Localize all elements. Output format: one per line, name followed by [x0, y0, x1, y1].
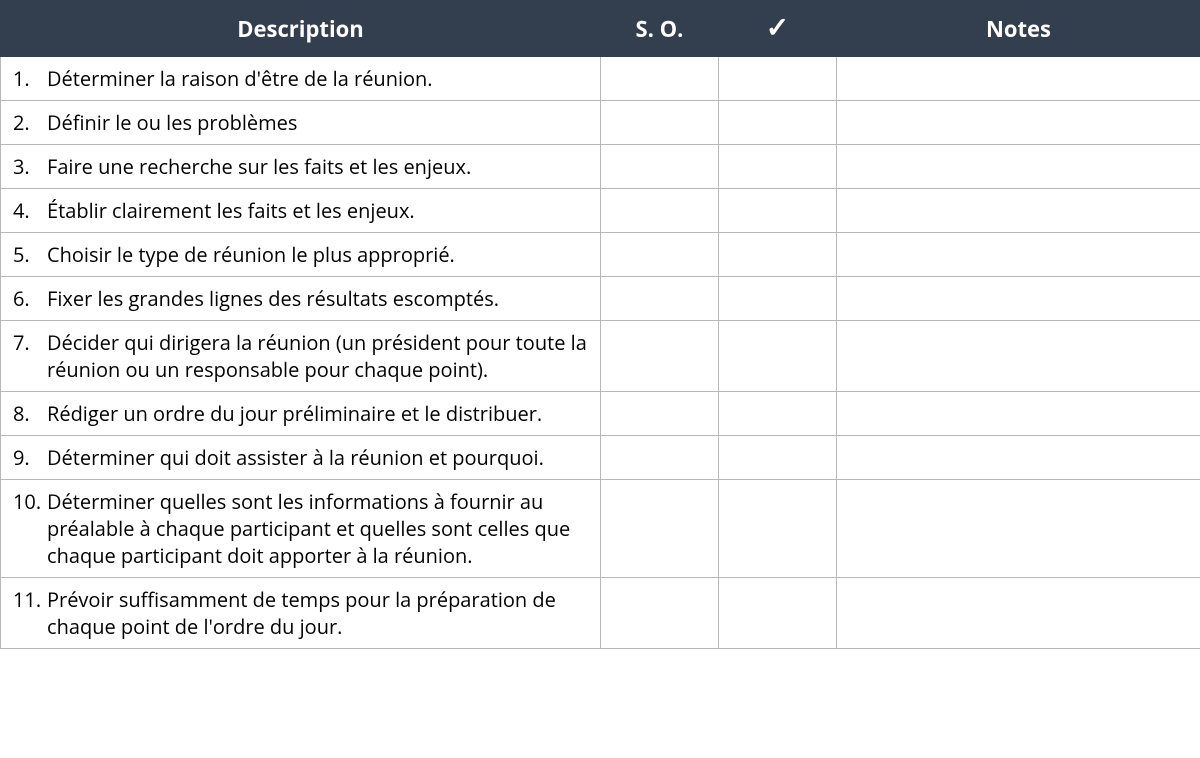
check-icon: ✓	[766, 8, 789, 46]
cell-notes[interactable]	[837, 145, 1200, 189]
row-description-text: Rédiger un ordre du jour préliminaire et…	[47, 400, 590, 427]
cell-so[interactable]	[601, 321, 719, 392]
header-check: ✓	[719, 1, 837, 57]
cell-description: 1.Déterminer la raison d'être de la réun…	[1, 57, 601, 101]
cell-notes[interactable]	[837, 436, 1200, 480]
cell-so[interactable]	[601, 233, 719, 277]
header-description: Description	[1, 1, 601, 57]
table-row: 8.Rédiger un ordre du jour préliminaire …	[1, 392, 1200, 436]
cell-so[interactable]	[601, 480, 719, 578]
row-number: 1.	[13, 65, 47, 92]
cell-notes[interactable]	[837, 189, 1200, 233]
row-description-text: Fixer les grandes lignes des résultats e…	[47, 285, 590, 312]
header-notes: Notes	[837, 1, 1200, 57]
cell-description: 9.Déterminer qui doit assister à la réun…	[1, 436, 601, 480]
cell-so[interactable]	[601, 436, 719, 480]
cell-description: 3.Faire une recherche sur les faits et l…	[1, 145, 601, 189]
row-number: 6.	[13, 285, 47, 312]
checklist-table-container: Description S. O. ✓ Notes 1.Déterminer l…	[0, 0, 1200, 649]
table-row: 2.Définir le ou les problèmes	[1, 101, 1200, 145]
cell-so[interactable]	[601, 392, 719, 436]
cell-notes[interactable]	[837, 392, 1200, 436]
cell-check[interactable]	[719, 189, 837, 233]
cell-notes[interactable]	[837, 321, 1200, 392]
table-row: 7.Décider qui dirigera la réunion (un pr…	[1, 321, 1200, 392]
table-row: 10.Déterminer quelles sont les informati…	[1, 480, 1200, 578]
row-description-text: Établir clairement les faits et les enje…	[47, 197, 590, 224]
cell-so[interactable]	[601, 101, 719, 145]
table-row: 11.Prévoir suffisamment de temps pour la…	[1, 578, 1200, 649]
row-number: 2.	[13, 109, 47, 136]
table-row: 6.Fixer les grandes lignes des résultats…	[1, 277, 1200, 321]
cell-so[interactable]	[601, 578, 719, 649]
row-description-text: Choisir le type de réunion le plus appro…	[47, 241, 590, 268]
cell-notes[interactable]	[837, 57, 1200, 101]
row-number: 7.	[13, 329, 47, 356]
row-number: 10.	[13, 488, 47, 515]
cell-check[interactable]	[719, 321, 837, 392]
table-row: 9.Déterminer qui doit assister à la réun…	[1, 436, 1200, 480]
row-number: 3.	[13, 153, 47, 180]
row-description-text: Déterminer la raison d'être de la réunio…	[47, 65, 590, 92]
row-description-text: Définir le ou les problèmes	[47, 109, 590, 136]
row-number: 9.	[13, 444, 47, 471]
cell-check[interactable]	[719, 233, 837, 277]
row-number: 4.	[13, 197, 47, 224]
cell-check[interactable]	[719, 578, 837, 649]
row-number: 8.	[13, 400, 47, 427]
table-row: 4.Établir clairement les faits et les en…	[1, 189, 1200, 233]
cell-notes[interactable]	[837, 277, 1200, 321]
cell-description: 10.Déterminer quelles sont les informati…	[1, 480, 601, 578]
cell-check[interactable]	[719, 101, 837, 145]
cell-check[interactable]	[719, 277, 837, 321]
cell-check[interactable]	[719, 145, 837, 189]
row-description-text: Déterminer qui doit assister à la réunio…	[47, 444, 590, 471]
cell-notes[interactable]	[837, 101, 1200, 145]
cell-notes[interactable]	[837, 233, 1200, 277]
row-description-text: Prévoir suffisamment de temps pour la pr…	[47, 586, 590, 640]
table-header: Description S. O. ✓ Notes	[1, 1, 1200, 57]
cell-description: 11.Prévoir suffisamment de temps pour la…	[1, 578, 601, 649]
cell-description: 8.Rédiger un ordre du jour préliminaire …	[1, 392, 601, 436]
table-row: 1.Déterminer la raison d'être de la réun…	[1, 57, 1200, 101]
table-body: 1.Déterminer la raison d'être de la réun…	[1, 57, 1200, 649]
cell-check[interactable]	[719, 57, 837, 101]
cell-description: 4.Établir clairement les faits et les en…	[1, 189, 601, 233]
table-row: 3.Faire une recherche sur les faits et l…	[1, 145, 1200, 189]
checklist-table: Description S. O. ✓ Notes 1.Déterminer l…	[0, 0, 1200, 649]
cell-notes[interactable]	[837, 578, 1200, 649]
table-row: 5.Choisir le type de réunion le plus app…	[1, 233, 1200, 277]
cell-notes[interactable]	[837, 480, 1200, 578]
cell-description: 5.Choisir le type de réunion le plus app…	[1, 233, 601, 277]
cell-check[interactable]	[719, 436, 837, 480]
cell-so[interactable]	[601, 57, 719, 101]
cell-check[interactable]	[719, 480, 837, 578]
cell-check[interactable]	[719, 392, 837, 436]
cell-so[interactable]	[601, 145, 719, 189]
cell-so[interactable]	[601, 277, 719, 321]
row-description-text: Décider qui dirigera la réunion (un prés…	[47, 329, 590, 383]
cell-description: 7.Décider qui dirigera la réunion (un pr…	[1, 321, 601, 392]
row-number: 11.	[13, 586, 47, 613]
cell-so[interactable]	[601, 189, 719, 233]
row-description-text: Faire une recherche sur les faits et les…	[47, 153, 590, 180]
cell-description: 2.Définir le ou les problèmes	[1, 101, 601, 145]
row-description-text: Déterminer quelles sont les informations…	[47, 488, 590, 569]
row-number: 5.	[13, 241, 47, 268]
header-so: S. O.	[601, 1, 719, 57]
cell-description: 6.Fixer les grandes lignes des résultats…	[1, 277, 601, 321]
